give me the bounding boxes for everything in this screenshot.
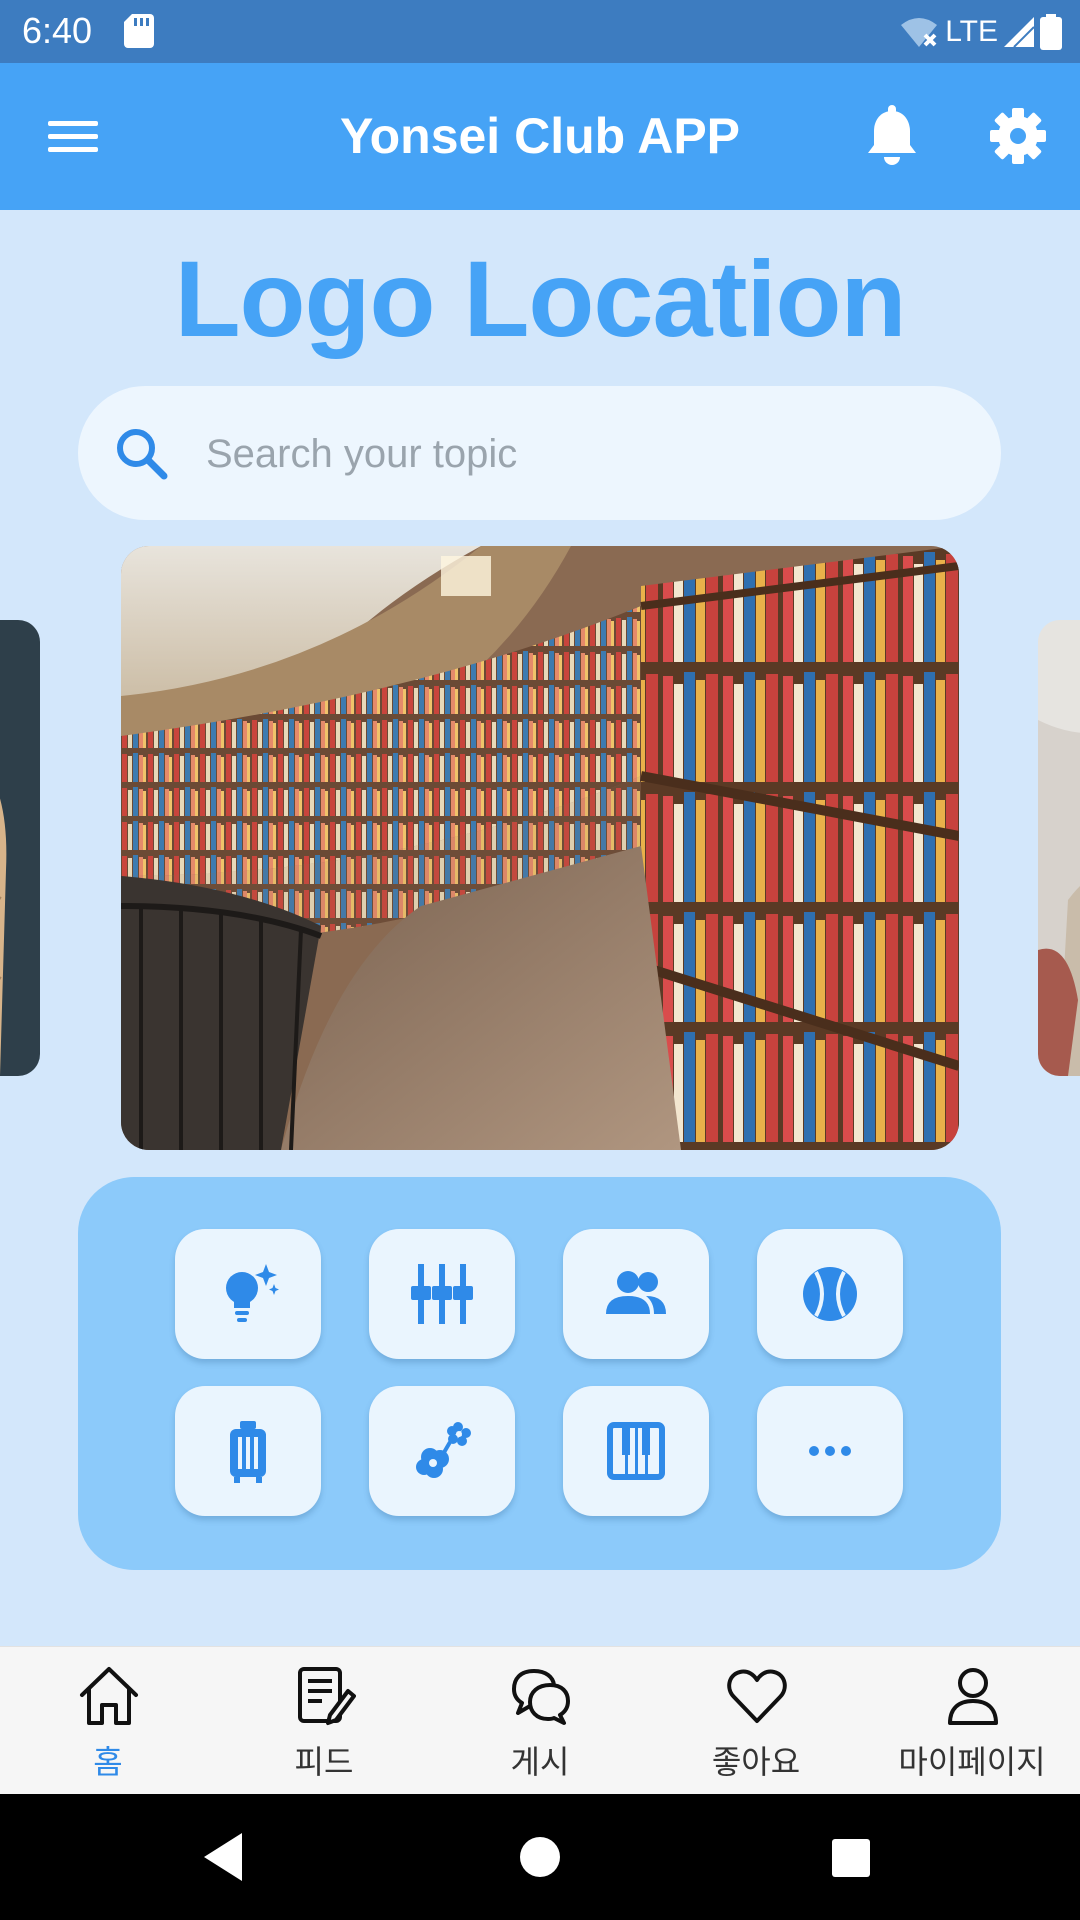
heart-icon <box>727 1669 787 1723</box>
status-icons: LTE <box>899 12 1062 52</box>
recents-icon[interactable] <box>820 1827 880 1887</box>
app-bar: Yonsei Club APP <box>0 63 1080 210</box>
luggage-icon <box>230 1421 266 1483</box>
category-baseball-button[interactable] <box>757 1229 903 1359</box>
category-idea-button[interactable] <box>175 1229 321 1359</box>
signal-icon <box>1004 17 1034 47</box>
search-icon <box>117 429 168 480</box>
nav-item-likes[interactable]: 좋아요 <box>648 1647 864 1795</box>
nav-label-home: 홈 <box>93 1743 123 1781</box>
piano-icon <box>607 1422 665 1480</box>
search-input[interactable] <box>204 418 968 490</box>
home-circle-icon[interactable] <box>510 1827 570 1887</box>
gear-icon[interactable] <box>986 103 1050 169</box>
nav-item-feed[interactable]: 피드 <box>216 1647 432 1795</box>
baseball-icon <box>803 1267 857 1321</box>
category-music-button[interactable] <box>563 1386 709 1516</box>
nav-item-home[interactable]: 홈 <box>0 1647 216 1795</box>
nav-label-mypage: 마이페이지 <box>898 1743 1046 1781</box>
person-sweater-image <box>0 620 40 1076</box>
library-bookshelf-image <box>121 546 959 1150</box>
back-icon[interactable] <box>196 1827 256 1887</box>
edit-note-icon <box>298 1667 356 1725</box>
equalizer-icon <box>411 1264 473 1324</box>
category-more-button[interactable] <box>757 1386 903 1516</box>
bottom-navigation: 홈 피드 게시 좋아요 마이페이지 <box>0 1646 1080 1795</box>
nav-label-feed: 피드 <box>294 1743 354 1781</box>
carousel-main-slide[interactable] <box>121 546 959 1150</box>
carousel-next-slide[interactable] <box>1038 620 1080 1076</box>
sd-card-icon <box>124 14 154 48</box>
logo-placeholder: Logo Location <box>174 238 907 359</box>
lightbulb-sparkle-icon <box>226 1264 279 1322</box>
wifi-off-icon <box>901 18 938 47</box>
flower-icon <box>416 1422 471 1478</box>
bell-icon[interactable] <box>862 103 922 169</box>
user-icon <box>948 1668 998 1725</box>
nav-item-post[interactable]: 게시 <box>432 1647 648 1795</box>
person-image <box>1038 620 1080 1076</box>
network-type: LTE <box>945 15 998 48</box>
people-icon <box>606 1271 666 1314</box>
status-time: 6:40 <box>22 10 93 51</box>
category-travel-button[interactable] <box>175 1386 321 1516</box>
category-people-button[interactable] <box>563 1229 709 1359</box>
category-equalizer-button[interactable] <box>369 1229 515 1359</box>
system-navigation-bar <box>0 1794 1080 1920</box>
nav-label-post: 게시 <box>510 1743 570 1781</box>
nav-label-likes: 좋아요 <box>711 1743 801 1781</box>
category-flower-button[interactable] <box>369 1386 515 1516</box>
search-bar[interactable] <box>78 386 1001 520</box>
status-bar: 6:40 LTE <box>0 0 1080 63</box>
more-icon <box>809 1446 851 1456</box>
chat-bubbles-icon <box>512 1669 570 1725</box>
battery-icon <box>1040 14 1062 50</box>
home-icon <box>80 1667 138 1725</box>
carousel-prev-slide[interactable] <box>0 620 40 1076</box>
nav-item-mypage[interactable]: 마이페이지 <box>864 1647 1080 1795</box>
category-panel <box>78 1177 1001 1570</box>
